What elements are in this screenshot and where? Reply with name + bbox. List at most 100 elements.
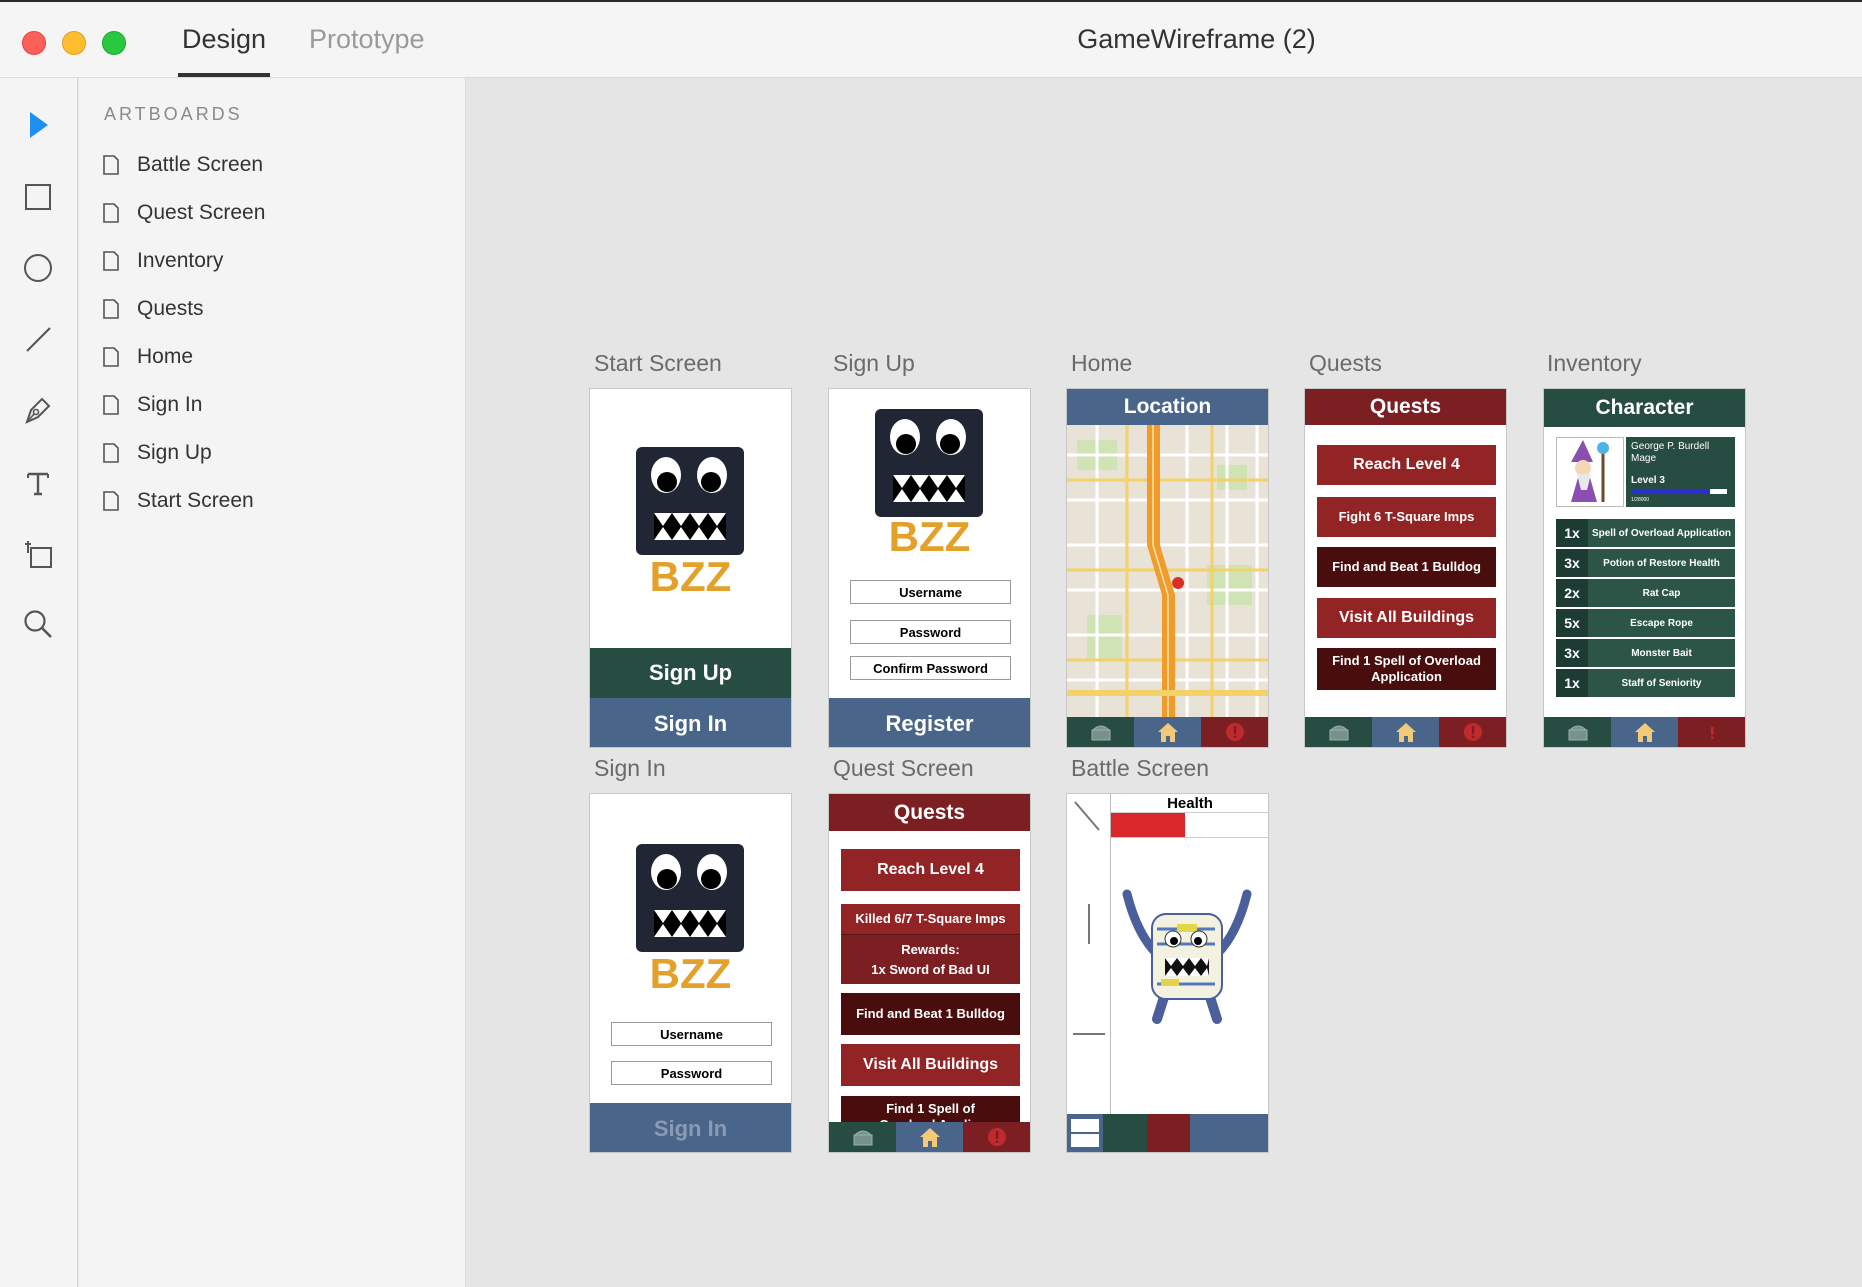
inventory-row[interactable]: 1x Spell of Overload Application [1556, 519, 1735, 547]
action-defend[interactable] [1103, 1114, 1147, 1152]
artboard-battle-screen[interactable]: Health [1066, 793, 1269, 1153]
sign-in-button[interactable]: Sign In [590, 1103, 791, 1152]
monster-logo-icon [875, 409, 983, 517]
artboard-label-start-screen[interactable]: Start Screen [594, 350, 722, 377]
artboard-label-inventory[interactable]: Inventory [1547, 350, 1642, 377]
action-escape[interactable] [1190, 1114, 1268, 1152]
nav-home[interactable] [1611, 717, 1678, 747]
password-field[interactable]: Password [850, 620, 1011, 644]
select-tool[interactable] [18, 105, 58, 145]
panel-item-start-screen[interactable]: Start Screen [103, 485, 254, 517]
bottom-nav [1544, 717, 1745, 747]
page-icon [103, 299, 119, 319]
zoom-window-button[interactable] [102, 31, 126, 55]
panel-item-home[interactable]: Home [103, 341, 193, 373]
home-icon [919, 1128, 940, 1147]
panel-item-battle-screen[interactable]: Battle Screen [103, 149, 263, 181]
nav-inventory[interactable] [1544, 717, 1611, 747]
inventory-row[interactable]: 3x Potion of Restore Health [1556, 549, 1735, 577]
inventory-row[interactable]: 1x Staff of Seniority [1556, 669, 1735, 697]
panel-item-label: Home [137, 345, 194, 368]
panel-item-quest-screen[interactable]: Quest Screen [103, 197, 265, 229]
artboard-quests[interactable]: Quests Reach Level 4 Fight 6 T-Square Im… [1304, 388, 1507, 748]
quest-item[interactable]: Reach Level 4 [841, 849, 1020, 891]
nav-home[interactable] [1372, 717, 1439, 747]
panel-item-quests[interactable]: Quests [103, 293, 204, 325]
artboard-label-quests[interactable]: Quests [1309, 350, 1382, 377]
artboard-inventory[interactable]: Character George P. Burdell Mage Level 3… [1543, 388, 1746, 748]
artboard-label-sign-up[interactable]: Sign Up [833, 350, 915, 377]
username-field[interactable]: Username [850, 580, 1011, 604]
username-field[interactable]: Username [611, 1022, 772, 1046]
nav-home[interactable] [896, 1122, 963, 1152]
bzz-logo-text: BZZ [649, 950, 732, 997]
panel-item-sign-in[interactable]: Sign In [103, 389, 202, 421]
inventory-row[interactable]: 5x Escape Rope [1556, 609, 1735, 637]
pen-tool[interactable] [18, 390, 58, 430]
page-icon [103, 443, 119, 463]
quest-item[interactable]: Fight 6 T-Square Imps [1317, 497, 1496, 537]
panel-item-inventory[interactable]: Inventory [103, 245, 223, 277]
artboard-label-home[interactable]: Home [1071, 350, 1132, 377]
bzz-logo-text: BZZ [888, 513, 971, 560]
artboard-sign-in[interactable]: BZZ Username Password Sign In [589, 793, 792, 1153]
quest-item-expanded[interactable]: Killed 6/7 T-Square Imps [841, 904, 1020, 934]
sign-up-button[interactable]: Sign Up [590, 648, 791, 698]
tab-design[interactable]: Design [182, 24, 266, 55]
rectangle-tool[interactable] [18, 177, 58, 217]
ellipse-tool[interactable] [18, 248, 58, 288]
character-portrait [1556, 437, 1624, 507]
zoom-tool[interactable] [18, 604, 58, 644]
line-tool[interactable] [18, 319, 58, 359]
monster-enemy-icon [1122, 889, 1252, 1024]
artboard-start-screen[interactable]: BZZ Sign Up Sign In [589, 388, 792, 748]
action-menu[interactable] [1067, 1114, 1103, 1152]
quest-item[interactable]: Find and Beat 1 Bulldog [841, 993, 1020, 1035]
page-icon [103, 203, 119, 223]
quest-rewards: Rewards: 1x Sword of Bad UI [841, 934, 1020, 984]
nav-alerts[interactable] [1678, 717, 1745, 747]
confirm-password-field[interactable]: Confirm Password [850, 656, 1011, 680]
quest-item[interactable]: Reach Level 4 [1317, 445, 1496, 485]
artboard-label-quest-screen[interactable]: Quest Screen [833, 755, 974, 782]
nav-inventory[interactable] [829, 1122, 896, 1152]
panel-item-sign-up[interactable]: Sign Up [103, 437, 212, 469]
sign-in-button[interactable]: Sign In [590, 698, 791, 747]
minimize-window-button[interactable] [62, 31, 86, 55]
artboard-quest-screen[interactable]: Quests Reach Level 4 Killed 6/7 T-Square… [828, 793, 1031, 1153]
artboard-label-sign-in[interactable]: Sign In [594, 755, 666, 782]
design-canvas[interactable]: Start Screen Sign Up Home Quests Invento… [467, 78, 1862, 1287]
action-attack[interactable] [1147, 1114, 1190, 1152]
nav-inventory[interactable] [1067, 717, 1134, 747]
register-button[interactable]: Register [829, 698, 1030, 747]
nav-alerts[interactable] [963, 1122, 1030, 1152]
nav-alerts[interactable] [1201, 717, 1268, 747]
text-tool[interactable] [18, 463, 58, 503]
character-header: Character [1544, 389, 1745, 427]
health-bar-fill [1111, 813, 1186, 837]
nav-alerts[interactable] [1439, 717, 1506, 747]
password-field[interactable]: Password [611, 1061, 772, 1085]
home-icon [1395, 723, 1416, 742]
city-map[interactable] [1067, 425, 1269, 719]
treasure-chest-icon [853, 1130, 872, 1146]
artboard-label-battle-screen[interactable]: Battle Screen [1071, 755, 1209, 782]
quest-item[interactable]: Visit All Buildings [1317, 598, 1496, 638]
artboard-tool[interactable] [18, 534, 58, 574]
quest-item[interactable]: Find and Beat 1 Bulldog [1317, 547, 1496, 587]
artboard-icon [25, 541, 52, 568]
inventory-row[interactable]: 2x Rat Cap [1556, 579, 1735, 607]
tab-prototype[interactable]: Prototype [309, 24, 425, 55]
xp-bar [1631, 489, 1727, 494]
divider [1110, 794, 1111, 1152]
close-window-button[interactable] [22, 31, 46, 55]
item-quantity: 5x [1556, 609, 1588, 637]
nav-inventory[interactable] [1305, 717, 1372, 747]
inventory-row[interactable]: 3x Monster Bait [1556, 639, 1735, 667]
artboard-home[interactable]: Location [1066, 388, 1269, 748]
health-label: Health [1167, 795, 1213, 812]
quest-item[interactable]: Visit All Buildings [841, 1044, 1020, 1086]
artboard-sign-up[interactable]: BZZ Username Password Confirm Password R… [828, 388, 1031, 748]
quest-item[interactable]: Find 1 Spell of Overload Application [1317, 648, 1496, 690]
nav-home[interactable] [1134, 717, 1201, 747]
